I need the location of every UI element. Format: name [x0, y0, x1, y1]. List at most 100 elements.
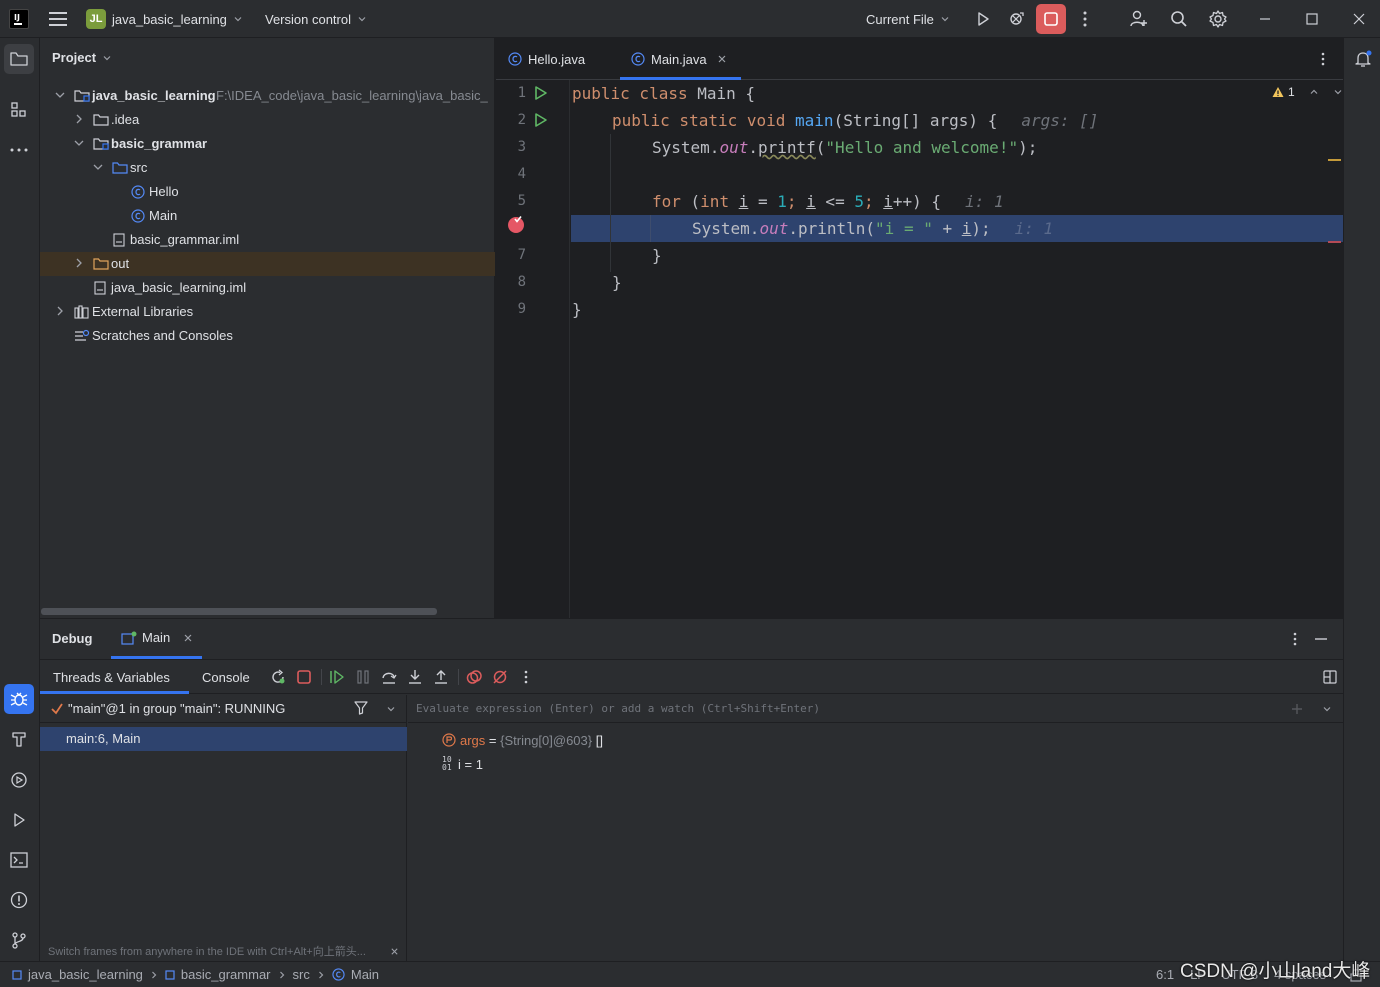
filter-icon[interactable] — [354, 701, 368, 715]
thread-selector[interactable]: "main"@1 in group "main": RUNNING — [40, 695, 407, 723]
project-switcher[interactable]: JL java_basic_learning — [86, 8, 243, 30]
variable-row[interactable]: 10 01 i = 1 — [442, 753, 483, 775]
add-user-icon[interactable] — [1127, 0, 1151, 38]
structure-tool-icon[interactable] — [4, 95, 34, 125]
tree-item-basic-grammar-iml[interactable]: basic_grammar.iml — [40, 228, 495, 252]
tree-item-src[interactable]: src — [40, 156, 495, 180]
tab-options-icon[interactable] — [1314, 50, 1332, 68]
primitive-icon: 10 01 — [442, 755, 452, 772]
tree-item-out[interactable]: out — [40, 252, 495, 276]
build-hammer-icon[interactable] — [4, 724, 34, 754]
app-logo-icon[interactable]: IJ — [9, 9, 29, 29]
settings-gear-icon[interactable] — [1206, 0, 1230, 38]
tree-item-basic-grammar[interactable]: basic_grammar — [40, 132, 495, 156]
main-menu-icon[interactable] — [48, 9, 68, 29]
variable-row[interactable]: args = {String[0]@603} [] — [442, 729, 603, 751]
step-over-icon[interactable] — [377, 660, 401, 694]
module-folder-icon — [93, 137, 109, 151]
add-watch-icon[interactable] — [1290, 702, 1304, 716]
stack-frame-row[interactable]: main:6, Main — [40, 727, 407, 751]
pause-icon[interactable] — [351, 660, 375, 694]
tree-item-main[interactable]: Main — [40, 204, 495, 228]
tree-item-project-root[interactable]: java_basic_learning F:\IDEA_code\java_ba… — [40, 84, 495, 108]
hide-panel-icon[interactable] — [1312, 630, 1330, 648]
step-out-icon[interactable] — [429, 660, 453, 694]
stop-button[interactable] — [1036, 4, 1066, 34]
iml-file-icon — [94, 281, 106, 295]
more-tools-icon[interactable] — [4, 135, 34, 165]
close-window-button[interactable] — [1344, 0, 1374, 38]
breadcrumb-item[interactable]: java_basic_learning — [28, 967, 143, 982]
tab-console[interactable]: Console — [190, 660, 266, 694]
toolbar-separator — [458, 669, 459, 685]
debug-session-tab[interactable]: Main — [111, 619, 202, 659]
debug-rerun-icon[interactable] — [1005, 0, 1029, 38]
subtab-label: Threads & Variables — [53, 670, 170, 685]
tab-hello-java[interactable]: Hello.java — [508, 50, 585, 68]
search-icon[interactable] — [1167, 0, 1191, 38]
variable-eq: = — [485, 732, 501, 748]
layout-settings-icon[interactable] — [1318, 660, 1342, 694]
run-tool-icon[interactable] — [4, 805, 34, 835]
rerun-icon[interactable] — [266, 660, 290, 694]
chevron-down-icon[interactable] — [386, 704, 396, 714]
tab-main-java[interactable]: Main.java — [620, 38, 741, 80]
terminal-icon[interactable] — [4, 845, 34, 875]
run-config-selector[interactable]: Current File — [866, 8, 950, 30]
maximize-button[interactable] — [1297, 0, 1327, 38]
scrollbar-warning-marker[interactable] — [1328, 159, 1341, 161]
close-hint-icon[interactable] — [390, 947, 399, 956]
tree-item-label: Hello — [149, 184, 179, 199]
chevron-down-icon[interactable] — [1333, 87, 1343, 97]
chevron-right-icon[interactable] — [73, 113, 85, 125]
view-breakpoints-icon[interactable] — [462, 660, 486, 694]
tree-item-label: basic_grammar — [111, 136, 208, 151]
resume-icon[interactable] — [325, 660, 349, 694]
stop-icon[interactable] — [292, 660, 316, 694]
breadcrumb-item[interactable]: basic_grammar — [181, 967, 271, 982]
chevron-down-icon[interactable] — [92, 161, 104, 173]
evaluate-expression-field[interactable]: Evaluate expression (Enter) or add a wat… — [408, 695, 1343, 723]
breadcrumb-item[interactable]: Main — [351, 967, 379, 982]
run-button[interactable] — [972, 0, 994, 38]
tree-item-root-iml[interactable]: java_basic_learning.iml — [40, 276, 495, 300]
tree-item-idea[interactable]: .idea — [40, 108, 495, 132]
more-icon[interactable] — [514, 660, 538, 694]
mute-breakpoints-icon[interactable] — [488, 660, 512, 694]
tab-threads-variables[interactable]: Threads & Variables — [40, 660, 189, 694]
project-tool-icon[interactable] — [4, 44, 34, 74]
breadcrumb-item[interactable]: src — [293, 967, 310, 982]
inspection-widget[interactable]: 1 — [1272, 85, 1343, 99]
step-into-icon[interactable] — [403, 660, 427, 694]
code-token: <= — [815, 192, 855, 211]
services-icon[interactable] — [4, 765, 34, 795]
keyword: public static void — [612, 111, 796, 130]
module-folder-icon — [74, 89, 90, 103]
more-actions-icon[interactable] — [1076, 0, 1094, 38]
close-tab-icon[interactable] — [717, 54, 727, 64]
project-panel-header[interactable]: Project — [52, 50, 112, 65]
chevron-right-icon[interactable] — [73, 257, 85, 269]
tab-label: Hello.java — [528, 51, 586, 67]
close-tab-icon[interactable] — [183, 633, 193, 643]
problems-icon[interactable] — [4, 885, 34, 915]
chevron-down-icon[interactable] — [54, 89, 66, 101]
vcs-menu[interactable]: Version control — [265, 8, 367, 30]
horizontal-scrollbar[interactable] — [41, 608, 437, 615]
scrollbar-breakpoint-marker[interactable] — [1328, 241, 1341, 243]
chevron-down-icon[interactable] — [1322, 704, 1332, 714]
caret-position[interactable]: 6:1 — [1156, 967, 1174, 982]
code-area[interactable]: public class Main { public static void m… — [496, 80, 1343, 618]
tree-item-external-libraries[interactable]: External Libraries — [40, 300, 495, 324]
git-branch-icon[interactable] — [4, 925, 34, 955]
notifications-bell-icon[interactable] — [1348, 44, 1378, 74]
tree-item-hello[interactable]: Hello — [40, 180, 495, 204]
chevron-up-icon[interactable] — [1309, 87, 1319, 97]
minimize-button[interactable] — [1250, 0, 1280, 38]
module-icon — [12, 969, 22, 980]
chevron-down-icon[interactable] — [73, 137, 85, 149]
debug-tool-icon[interactable] — [4, 684, 34, 714]
tree-item-scratches[interactable]: Scratches and Consoles — [40, 324, 495, 348]
chevron-right-icon[interactable] — [54, 305, 66, 317]
debug-options-icon[interactable] — [1286, 630, 1304, 648]
